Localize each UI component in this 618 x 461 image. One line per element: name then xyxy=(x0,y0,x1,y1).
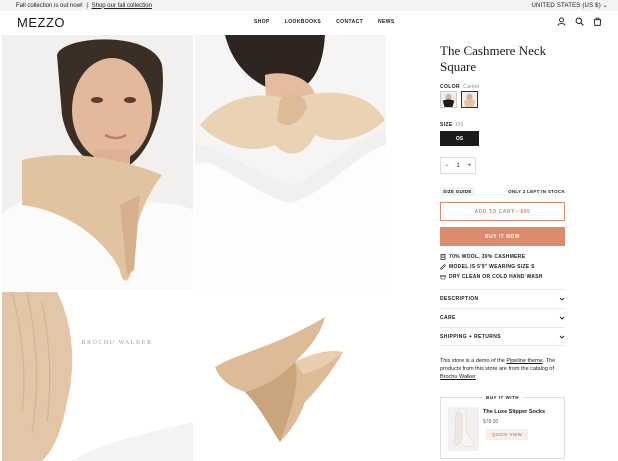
quantity-value[interactable]: 1 xyxy=(456,163,459,169)
add-to-cart-button[interactable]: ADD TO CART · $95 xyxy=(440,202,565,221)
gallery-image-floating-scarf[interactable] xyxy=(195,292,386,461)
accordion-care-label: CARE xyxy=(440,315,456,321)
ruler-icon xyxy=(440,264,446,270)
nav-shop[interactable]: SHOP xyxy=(254,19,270,25)
announcement-text: Fall collection is out now! | Shop our f… xyxy=(16,3,152,9)
buy-it-with-price: $78.00 xyxy=(483,419,499,425)
chevron-down-icon xyxy=(559,334,565,340)
accordion-shipping-label: SHIPPING + RETURNS xyxy=(440,333,501,340)
box-brand-text: BROCHU WALKER xyxy=(82,340,153,346)
size-selected-value: OS xyxy=(455,122,464,128)
accordion-care[interactable]: CARE xyxy=(440,308,565,327)
quantity-stepper: − 1 + xyxy=(440,157,476,174)
buy-it-with-title: BUY IT WITH xyxy=(441,395,564,400)
chevron-down-icon xyxy=(559,315,565,321)
account-icon[interactable] xyxy=(557,17,566,26)
quantity-increase-button[interactable]: + xyxy=(467,163,471,169)
buy-now-button[interactable]: BUY IT NOW xyxy=(440,227,565,246)
feature-material-text: 70% WOOL, 30% CASHMERE xyxy=(449,254,526,260)
nav-contact[interactable]: CONTACT xyxy=(336,19,363,25)
buy-it-with-title-text: BUY IT WITH xyxy=(482,395,523,400)
feature-care: DRY CLEAN OR COLD HAND WASH xyxy=(440,274,543,280)
size-guide-row: SIZE GUIDE ONLY 2 LEFT IN STOCK xyxy=(440,187,565,196)
description-text: This store is a demo of the xyxy=(440,358,505,364)
accordion-shipping-returns[interactable]: SHIPPING + RETURNS xyxy=(440,327,565,346)
accordion-description[interactable]: DESCRIPTION xyxy=(440,289,565,308)
color-label-text: COLOR xyxy=(440,84,461,90)
size-option-os[interactable]: OS xyxy=(440,131,479,146)
stock-status: ONLY 2 LEFT IN STOCK xyxy=(508,189,565,194)
chevron-down-icon: ⌄ xyxy=(602,3,608,9)
slipper-socks-image[interactable] xyxy=(448,407,479,451)
color-label: COLOR Camel xyxy=(440,84,480,90)
feature-model: MODEL IS 5'9" WEARING SIZE S xyxy=(440,264,535,270)
announcement-separator: | xyxy=(86,2,88,9)
currency-label: UNITED STATES (US $) xyxy=(531,3,601,9)
fabric-icon xyxy=(440,254,446,260)
nav-lookbooks[interactable]: LOOKBOOKS xyxy=(285,19,321,25)
main-nav: SHOP LOOKBOOKS CONTACT NEWS xyxy=(254,19,395,25)
product-description: This store is a demo of the Pipeline the… xyxy=(440,357,565,381)
swatch-camel[interactable] xyxy=(461,91,478,108)
quick-view-button[interactable]: QUICK VIEW xyxy=(486,429,528,440)
size-guide-button[interactable]: SIZE GUIDE xyxy=(440,187,475,196)
feature-material: 70% WOOL, 30% CASHMERE xyxy=(440,254,525,260)
site-header: MEZZO SHOP LOOKBOOKS CONTACT NEWS xyxy=(0,11,618,35)
search-icon[interactable] xyxy=(575,17,584,26)
chevron-down-icon xyxy=(559,296,565,302)
feature-care-text: DRY CLEAN OR COLD HAND WASH xyxy=(449,274,543,280)
currency-selector[interactable]: UNITED STATES (US $) ⌄ xyxy=(531,2,608,9)
quantity-decrease-button[interactable]: − xyxy=(445,163,449,169)
announcement-message: Fall collection is out now! xyxy=(16,2,83,9)
wash-icon xyxy=(440,274,446,280)
swatch-black[interactable] xyxy=(440,91,457,108)
cart-icon[interactable] xyxy=(593,17,602,26)
color-selected-value: Camel xyxy=(463,84,480,90)
size-label: SIZE OS xyxy=(440,122,464,128)
header-icons xyxy=(557,17,602,26)
buy-it-with-card: BUY IT WITH The Luxe Slipper Socks $78.0… xyxy=(440,395,565,459)
buy-it-with-product-name[interactable]: The Luxe Slipper Socks xyxy=(483,409,545,415)
fall-collection-link[interactable]: Shop our fall collection xyxy=(92,3,152,9)
announcement-bar: Fall collection is out now! | Shop our f… xyxy=(0,0,618,11)
feature-model-text: MODEL IS 5'9" WEARING SIZE S xyxy=(449,264,535,270)
gallery-image-box[interactable]: BROCHU WALKER xyxy=(2,292,193,461)
nav-news[interactable]: NEWS xyxy=(378,19,395,25)
color-swatches xyxy=(440,91,478,108)
gallery-image-neck-back[interactable] xyxy=(195,35,386,290)
size-label-text: SIZE xyxy=(440,122,453,128)
pipeline-theme-link[interactable]: Pipeline theme xyxy=(506,358,542,364)
accordion-description-label: DESCRIPTION xyxy=(440,296,479,302)
gallery-image-model[interactable] xyxy=(2,35,193,290)
product-title: The Cashmere Neck Square xyxy=(440,43,547,74)
product-gallery: BROCHU WALKER xyxy=(0,35,386,461)
logo[interactable]: MEZZO xyxy=(17,15,65,30)
brochu-walker-link[interactable]: Brochu Walker xyxy=(440,374,476,380)
